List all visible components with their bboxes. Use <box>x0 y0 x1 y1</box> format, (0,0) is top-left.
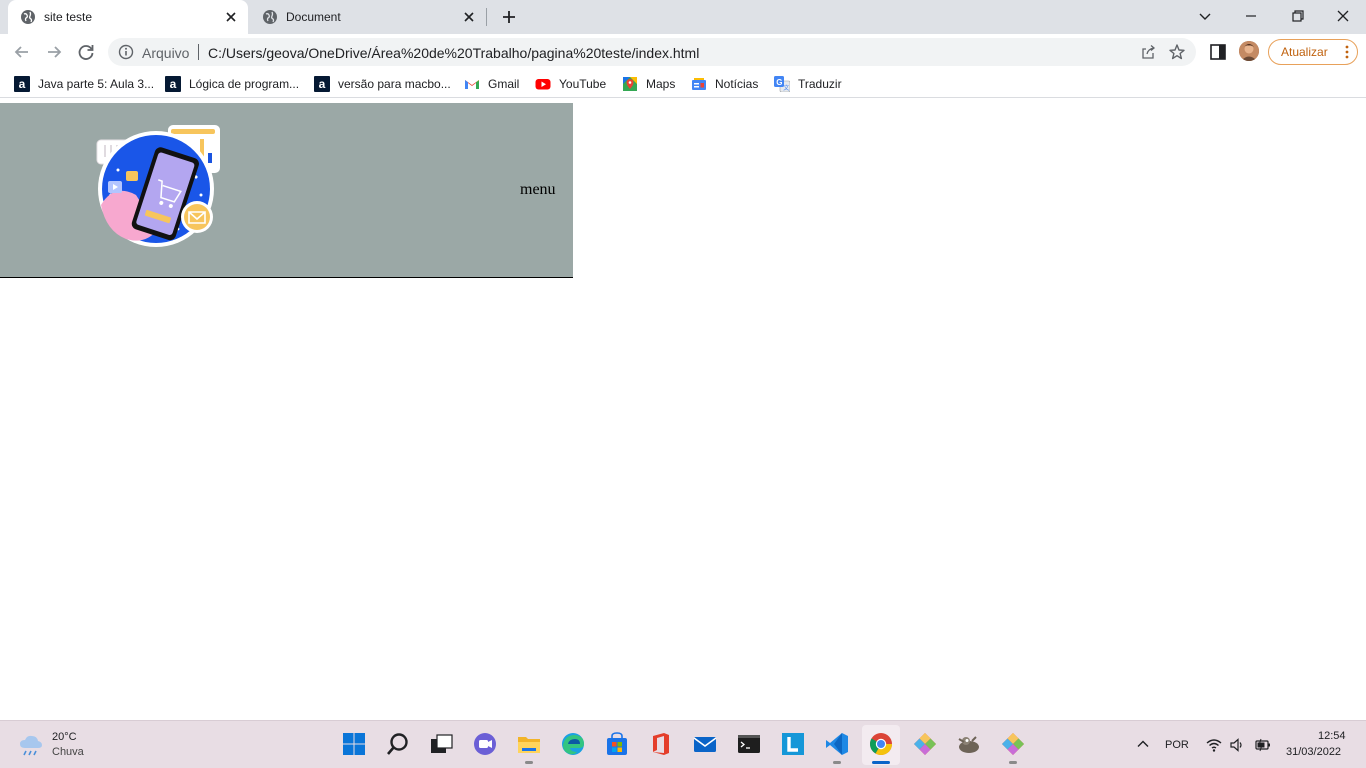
l-app-icon[interactable] <box>780 731 806 757</box>
tab-separator <box>486 8 487 26</box>
bookmark-label: Lógica de program... <box>189 77 300 91</box>
share-icon[interactable] <box>1140 44 1156 60</box>
bookmark-label: Traduzir <box>798 77 842 91</box>
alura-icon: a <box>14 76 30 92</box>
close-tab-icon[interactable] <box>460 8 478 26</box>
globe-icon <box>21 10 35 24</box>
gmail-icon <box>465 80 479 89</box>
youtube-icon <box>535 79 551 90</box>
battery-charging-icon[interactable] <box>1255 737 1271 753</box>
volume-icon[interactable] <box>1229 737 1245 753</box>
translate-icon: G 文 <box>774 76 790 92</box>
more-menu-icon[interactable] <box>1345 45 1349 59</box>
bookmark-gmail[interactable]: Gmail <box>464 75 519 93</box>
url-text[interactable]: C:/Users/geova/OneDrive/Área%20de%20Trab… <box>208 45 699 61</box>
search-icon[interactable] <box>385 731 411 757</box>
bookmark-label: Gmail <box>488 77 520 91</box>
git-icon[interactable] <box>1000 731 1026 757</box>
svg-text:G: G <box>776 78 782 87</box>
bookmark-label: Java parte 5: Aula 3... <box>38 77 155 91</box>
update-label: Atualizar <box>1281 45 1328 59</box>
store-icon[interactable] <box>604 731 630 757</box>
task-view-icon[interactable] <box>428 731 454 757</box>
tab-title: site teste <box>44 10 93 24</box>
alura-icon: a <box>314 76 330 92</box>
news-icon <box>692 78 706 90</box>
profile-avatar[interactable] <box>1239 41 1259 61</box>
tab-title: Document <box>286 10 341 24</box>
tab-document[interactable]: Document <box>250 0 486 34</box>
mobile-shopping-illustration <box>96 125 220 247</box>
browser-toolbar: Arquivo C:/Users/geova/OneDrive/Área%20d… <box>0 34 1366 70</box>
scheme-label: Arquivo <box>142 45 190 61</box>
wifi-icon[interactable] <box>1206 737 1222 753</box>
side-panel-icon[interactable] <box>1209 43 1227 61</box>
alura-icon: a <box>165 76 181 92</box>
tab-site-teste[interactable]: site teste <box>8 0 248 34</box>
input-language[interactable]: POR <box>1165 739 1189 751</box>
running-indicator <box>1009 761 1017 764</box>
office-icon[interactable] <box>648 731 674 757</box>
page-header: menu <box>0 103 573 278</box>
globe-icon <box>263 10 277 24</box>
bookmark-label: Maps <box>646 77 676 91</box>
address-separator <box>198 44 199 60</box>
bookmark-label: versão para macbo... <box>338 77 451 91</box>
bookmark-label: YouTube <box>559 77 607 91</box>
gimp-icon[interactable] <box>956 731 982 757</box>
windows-start-icon[interactable] <box>341 731 367 757</box>
address-bar[interactable]: Arquivo C:/Users/geova/OneDrive/Área%20d… <box>108 38 1196 66</box>
teams-chat-icon[interactable] <box>472 731 498 757</box>
windows-taskbar: 20°C Chuva POR 12:54 31/03/2022 <box>0 720 1366 768</box>
avatar-icon <box>1239 41 1259 61</box>
rain-cloud-icon[interactable] <box>18 733 44 757</box>
update-button[interactable]: Atualizar <box>1268 39 1358 65</box>
active-indicator <box>872 761 890 764</box>
bookmark-maps[interactable]: Maps <box>622 75 675 93</box>
weather-temperature[interactable]: 20°C <box>52 731 77 743</box>
vscode-icon[interactable] <box>824 731 850 757</box>
bookmark-youtube[interactable]: YouTube <box>535 75 606 93</box>
bookmark-versao-para-macbook[interactable]: a versão para macbo... <box>314 75 451 93</box>
back-icon[interactable] <box>11 41 33 63</box>
clock-date[interactable]: 31/03/2022 <box>1286 746 1341 758</box>
reload-icon[interactable] <box>75 41 97 63</box>
chrome-icon[interactable] <box>868 731 894 757</box>
forward-icon[interactable] <box>43 41 65 63</box>
weather-condition[interactable]: Chuva <box>52 746 84 758</box>
running-indicator <box>833 761 841 764</box>
show-hidden-icons-chevron-icon[interactable] <box>1136 737 1150 751</box>
info-icon[interactable] <box>118 44 134 60</box>
bookmark-logica-de-programacao[interactable]: a Lógica de program... <box>165 75 299 93</box>
minimize-icon[interactable] <box>1239 5 1263 27</box>
bookmarks-bar: a Java parte 5: Aula 3... a Lógica de pr… <box>0 70 1366 98</box>
bookmark-star-icon[interactable] <box>1168 43 1186 61</box>
menu-label[interactable]: menu <box>520 181 556 199</box>
bookmark-noticias[interactable]: Notícias <box>691 75 758 93</box>
maps-icon <box>623 77 637 91</box>
edge-icon[interactable] <box>560 731 586 757</box>
close-window-icon[interactable] <box>1331 5 1355 27</box>
terminal-icon[interactable] <box>736 731 762 757</box>
bookmark-traduzir[interactable]: G 文 Traduzir <box>774 75 842 93</box>
file-explorer-icon[interactable] <box>516 731 542 757</box>
mail-icon[interactable] <box>692 731 718 757</box>
running-indicator <box>525 761 533 764</box>
git-icon[interactable] <box>912 731 938 757</box>
clock-time[interactable]: 12:54 <box>1318 730 1346 742</box>
svg-text:文: 文 <box>783 84 789 92</box>
tab-strip: site teste Document <box>0 0 1366 34</box>
close-tab-icon[interactable] <box>222 8 240 26</box>
tab-search-chevron-icon[interactable] <box>1193 5 1217 27</box>
restore-icon[interactable] <box>1285 5 1309 27</box>
bookmark-java-parte-5[interactable]: a Java parte 5: Aula 3... <box>14 75 154 93</box>
new-tab-icon[interactable] <box>499 7 519 27</box>
bookmark-label: Notícias <box>715 77 759 91</box>
